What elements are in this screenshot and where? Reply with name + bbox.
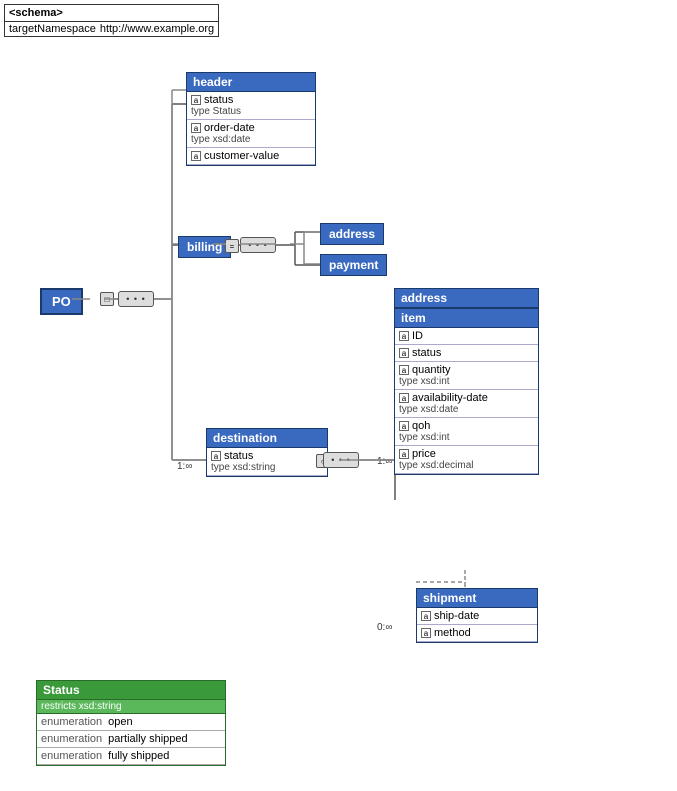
item-attr-availdate: availability-date bbox=[412, 392, 488, 404]
field-icon-method: a bbox=[421, 628, 431, 638]
item-field-qoh: aqoh type xsd:int bbox=[395, 418, 538, 446]
po-connector-single: □ bbox=[100, 292, 114, 306]
enum-key-2: enumeration bbox=[41, 750, 102, 762]
status-subtitle: restricts xsd:string bbox=[37, 700, 225, 714]
item-field-availdate: aavailability-date type xsd:date bbox=[395, 390, 538, 418]
field-icon-id: a bbox=[399, 331, 409, 341]
field-icon-customervalue: a bbox=[191, 151, 201, 161]
item-attr-id: ID bbox=[412, 330, 423, 342]
address-node-fields: item aID astatus aquantity type xsd:int … bbox=[395, 308, 538, 474]
item-type-quantity: type xsd:int bbox=[399, 376, 534, 387]
field-icon-quantity: a bbox=[399, 365, 409, 375]
address-node-title: address bbox=[395, 289, 538, 308]
item-attr-qoh: qoh bbox=[412, 420, 430, 432]
item-attr-status: status bbox=[412, 347, 441, 359]
item-field-id: aID bbox=[395, 328, 538, 345]
schema-box: <schema> targetNamespace http://www.exam… bbox=[4, 4, 219, 37]
field-icon-qoh: a bbox=[399, 421, 409, 431]
enum-key-1: enumeration bbox=[41, 733, 102, 745]
item-field-quantity: aquantity type xsd:int bbox=[395, 362, 538, 390]
cardinality-dest: 1:∞ bbox=[177, 461, 192, 472]
field-type-status: type Status bbox=[191, 106, 311, 117]
schema-title: <schema> bbox=[5, 5, 218, 22]
shipment-field-shipdate: aship-date bbox=[417, 608, 537, 625]
item-attr-quantity: quantity bbox=[412, 364, 451, 376]
header-field-orderdate: aorder-date type xsd:date bbox=[187, 120, 315, 148]
field-icon-deststatus: a bbox=[211, 451, 221, 461]
header-field-status: astatus type Status bbox=[187, 92, 315, 120]
item-type-qoh: type xsd:int bbox=[399, 432, 534, 443]
item-type-price: type xsd:decimal bbox=[399, 460, 534, 471]
enum-val-0: open bbox=[108, 716, 132, 728]
field-attr-status: status bbox=[204, 94, 233, 106]
field-icon-availdate: a bbox=[399, 393, 409, 403]
namespace-value: http://www.example.org bbox=[100, 23, 214, 35]
item-sub-node[interactable]: item aID astatus aquantity type xsd:int … bbox=[395, 308, 538, 474]
enum-val-2: fully shipped bbox=[108, 750, 169, 762]
dest-sequence-connector: • • • bbox=[323, 452, 359, 468]
billing-sequence-connector: • • • bbox=[240, 237, 276, 253]
header-title: header bbox=[187, 73, 315, 92]
field-icon-orderdate: a bbox=[191, 123, 201, 133]
enum-key-0: enumeration bbox=[41, 716, 102, 728]
status-box: Status restricts xsd:string enumeration … bbox=[36, 680, 226, 766]
field-icon-price: a bbox=[399, 449, 409, 459]
status-enum-2: enumeration fully shipped bbox=[37, 748, 225, 765]
shipment-attr-shipdate: ship-date bbox=[434, 610, 479, 622]
svg-overlay-lines bbox=[0, 0, 677, 791]
status-enum-0: enumeration open bbox=[37, 714, 225, 731]
address-label-1-text: address bbox=[329, 227, 375, 241]
address-label-1[interactable]: address bbox=[320, 223, 384, 245]
item-type-availdate: type xsd:date bbox=[399, 404, 534, 415]
shipment-field-method: amethod bbox=[417, 625, 537, 642]
destination-node[interactable]: destination astatus type xsd:string bbox=[206, 428, 328, 477]
header-node[interactable]: header astatus type Status aorder-date t… bbox=[186, 72, 316, 166]
field-type-orderdate: type xsd:date bbox=[191, 134, 311, 145]
po-box[interactable]: PO bbox=[40, 288, 83, 315]
dest-type-status: type xsd:string bbox=[211, 462, 323, 473]
po-sequence-connector: • • • bbox=[118, 291, 154, 307]
connection-lines bbox=[0, 0, 677, 791]
field-icon-itemstatus: a bbox=[399, 348, 409, 358]
header-field-customervalue: acustomer-value bbox=[187, 148, 315, 165]
destination-field-status: astatus type xsd:string bbox=[207, 448, 327, 476]
billing-box[interactable]: billing bbox=[178, 236, 231, 258]
item-field-price: aprice type xsd:decimal bbox=[395, 446, 538, 474]
field-icon-shipdate: a bbox=[421, 611, 431, 621]
shipment-title: shipment bbox=[417, 589, 537, 608]
payment-label[interactable]: payment bbox=[320, 254, 387, 276]
enum-val-1: partially shipped bbox=[108, 733, 188, 745]
dest-attr-status: status bbox=[224, 450, 253, 462]
billing-connector-single: = bbox=[225, 239, 239, 253]
destination-title: destination bbox=[207, 429, 327, 448]
schema-namespace-row: targetNamespace http://www.example.org bbox=[5, 22, 218, 36]
item-title: item bbox=[395, 309, 538, 328]
shipment-fields: aship-date amethod bbox=[417, 608, 537, 642]
field-attr-orderdate: order-date bbox=[204, 122, 255, 134]
status-title: Status bbox=[37, 681, 225, 700]
field-icon-status: a bbox=[191, 95, 201, 105]
po-label: PO bbox=[52, 294, 71, 309]
billing-label: billing bbox=[187, 240, 222, 254]
address-node[interactable]: address item aID astatus aquantity type … bbox=[394, 288, 539, 475]
item-fields: aID astatus aquantity type xsd:int aavai… bbox=[395, 328, 538, 474]
field-attr-customervalue: customer-value bbox=[204, 150, 279, 162]
diagram-area: <schema> targetNamespace http://www.exam… bbox=[0, 0, 677, 791]
payment-label-text: payment bbox=[329, 258, 378, 272]
destination-fields: astatus type xsd:string bbox=[207, 448, 327, 476]
cardinality-addr: 1:∞ bbox=[377, 456, 392, 467]
shipment-attr-method: method bbox=[434, 627, 471, 639]
header-fields: astatus type Status aorder-date type xsd… bbox=[187, 92, 315, 165]
shipment-node[interactable]: shipment aship-date amethod bbox=[416, 588, 538, 643]
status-enum-1: enumeration partially shipped bbox=[37, 731, 225, 748]
namespace-key: targetNamespace bbox=[9, 23, 96, 35]
item-attr-price: price bbox=[412, 448, 436, 460]
cardinality-shipment: 0:∞ bbox=[377, 622, 392, 633]
item-field-status: astatus bbox=[395, 345, 538, 362]
